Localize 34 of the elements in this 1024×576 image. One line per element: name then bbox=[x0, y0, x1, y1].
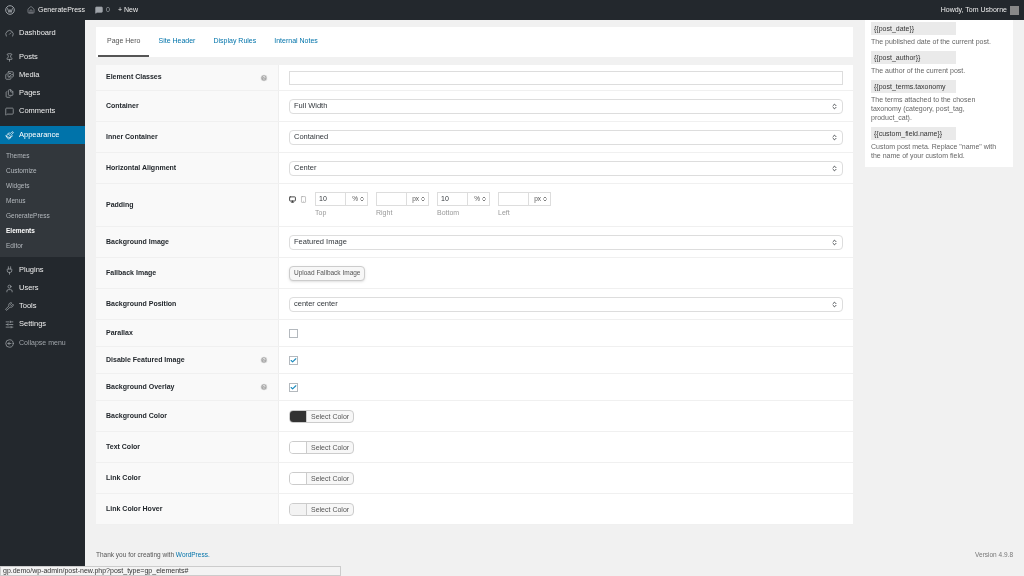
menu-icon bbox=[5, 28, 14, 38]
select-arrows-icon bbox=[831, 238, 838, 246]
select-arrows-icon bbox=[831, 300, 838, 308]
number-field[interactable] bbox=[376, 191, 407, 206]
collapse-icon[interactable] bbox=[5, 338, 14, 348]
help-icon[interactable] bbox=[260, 383, 268, 391]
checkbox[interactable] bbox=[289, 382, 298, 392]
home-icon[interactable] bbox=[27, 6, 35, 14]
wordpress-logo-icon[interactable] bbox=[5, 5, 15, 15]
select-arrows-icon bbox=[420, 195, 426, 202]
text-field[interactable] bbox=[289, 70, 843, 85]
select-arrows-icon bbox=[542, 195, 548, 202]
mobile-icon[interactable] bbox=[300, 195, 307, 203]
checkbox[interactable] bbox=[289, 355, 298, 365]
menu-icon bbox=[5, 106, 14, 116]
select-arrows-icon bbox=[481, 195, 487, 202]
select-arrows-icon bbox=[831, 164, 838, 172]
menu-icon bbox=[5, 88, 14, 98]
select-arrows-icon bbox=[831, 102, 838, 110]
menu-icon bbox=[5, 52, 14, 62]
menu-icon bbox=[5, 70, 14, 80]
menu-icon bbox=[5, 283, 14, 293]
menu-icon bbox=[5, 319, 14, 329]
menu-icon bbox=[5, 130, 14, 140]
checkbox[interactable] bbox=[289, 328, 298, 338]
select-arrows-icon bbox=[831, 133, 838, 141]
number-field[interactable] bbox=[498, 191, 529, 206]
menu-icon bbox=[5, 301, 14, 311]
select-arrows-icon bbox=[359, 195, 365, 202]
avatar[interactable] bbox=[1010, 5, 1019, 15]
help-icon[interactable] bbox=[260, 356, 268, 364]
help-icon[interactable] bbox=[260, 73, 268, 82]
desktop-icon[interactable] bbox=[289, 195, 296, 203]
menu-icon bbox=[5, 265, 14, 275]
